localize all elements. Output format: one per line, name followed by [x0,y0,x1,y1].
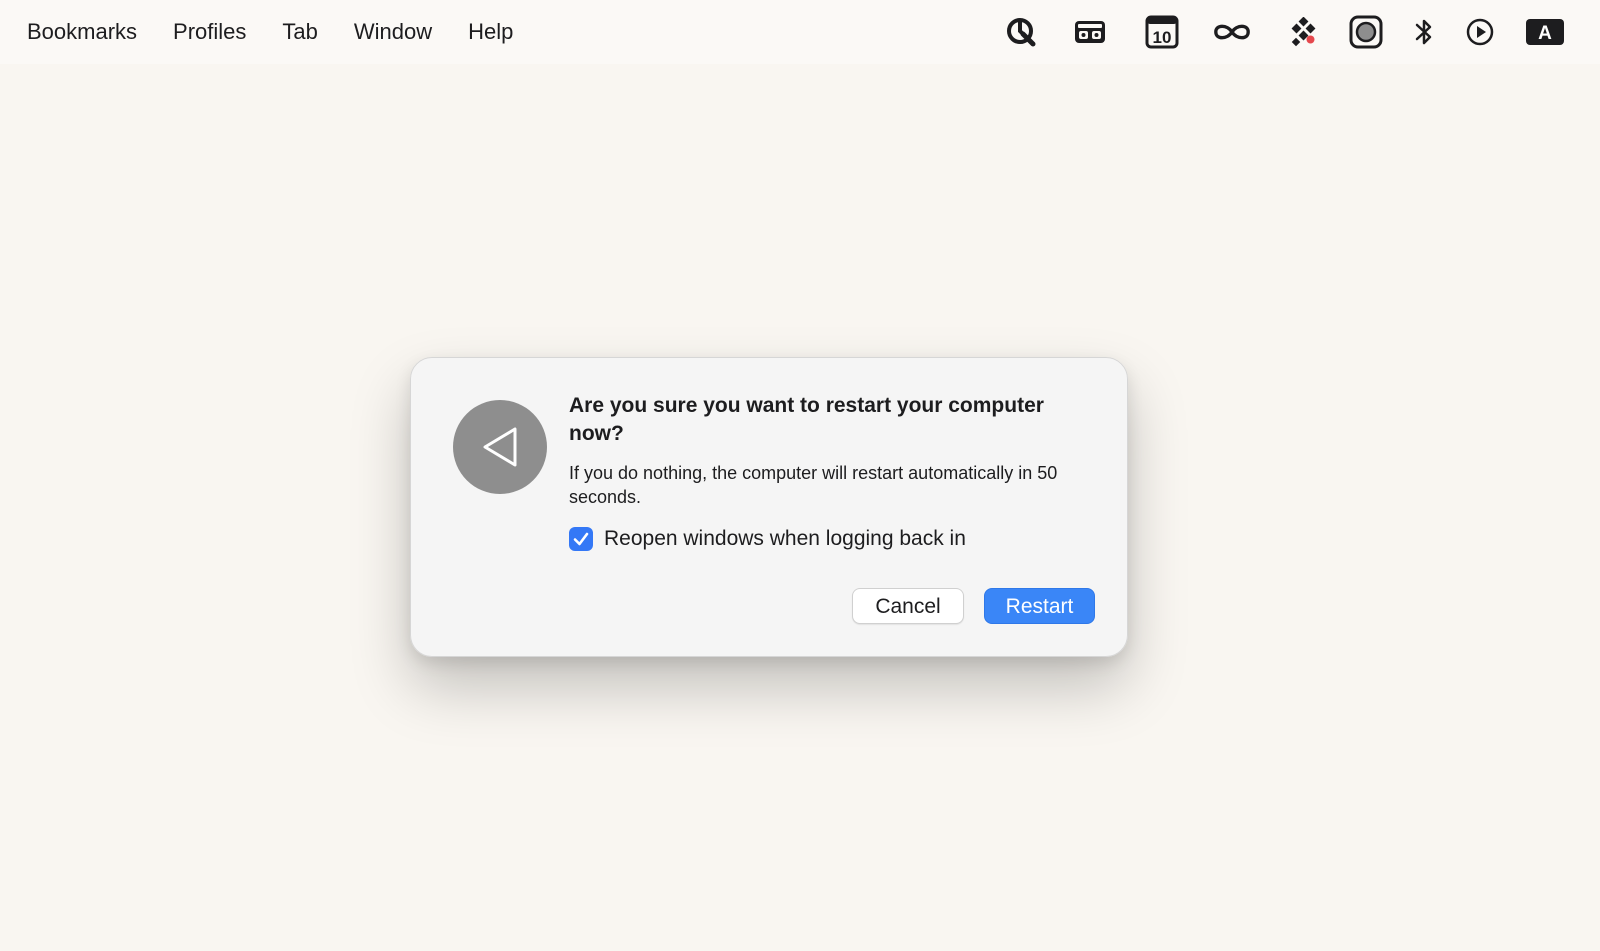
checkmark-icon [573,532,589,546]
cassette-icon[interactable] [1070,14,1110,50]
restart-triangle-icon [453,400,547,494]
reopen-windows-option[interactable]: Reopen windows when logging back in [569,525,966,553]
bluetooth-icon[interactable] [1404,14,1444,50]
status-tray: 10 A [0,0,1600,64]
cancel-button[interactable]: Cancel [852,588,964,624]
dots-grid-icon[interactable] [1284,14,1324,50]
restart-dialog: Are you sure you want to restart your co… [410,357,1128,657]
play-circle-icon[interactable] [1460,14,1500,50]
input-source-letter: A [1538,23,1552,44]
reopen-windows-checkbox[interactable] [569,527,593,551]
reopen-windows-label[interactable]: Reopen windows when logging back in [604,525,966,553]
infinity-icon[interactable] [1212,14,1252,50]
calendar-10-icon[interactable]: 10 [1142,14,1182,50]
dialog-message: If you do nothing, the computer will res… [569,463,1058,507]
dialog-title: Are you sure you want to restart your co… [569,394,1044,445]
menu-bar: Bookmarks Profiles Tab Window Help 10 A [0,0,1600,64]
screen-record-icon[interactable] [1346,14,1386,50]
calendar-day-label: 10 [1153,28,1172,47]
restart-button[interactable]: Restart [984,588,1095,624]
input-source-icon[interactable]: A [1525,14,1565,50]
quicklook-icon[interactable] [1001,14,1041,50]
